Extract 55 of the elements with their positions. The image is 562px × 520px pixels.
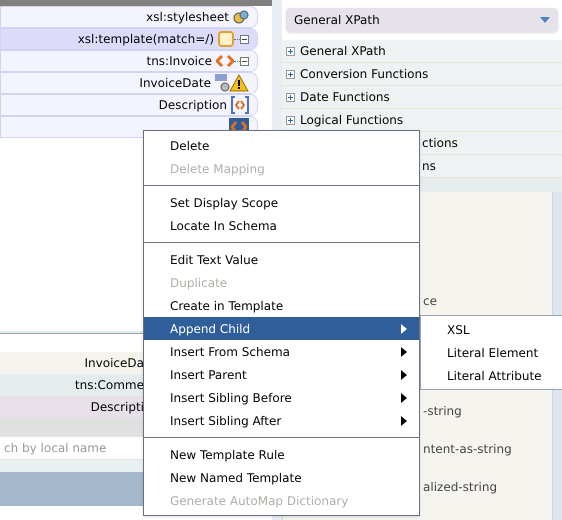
stylesheet-icon [233,9,249,25]
node-label: InvoiceDa [84,355,144,372]
node-label: xsl:stylesheet [146,9,229,26]
expand-icon [286,92,295,102]
function-group[interactable]: Logical Functions [282,109,562,132]
expand-icon [286,70,295,78]
menu-item[interactable]: Append Child [144,317,419,340]
menu-item[interactable]: Insert Sibling After [144,409,419,432]
menu-item[interactable]: Insert From Schema [144,340,419,363]
node-label: tns:Comme [74,377,144,394]
function-name[interactable]: alized-string [423,480,498,494]
submenu-arrow-icon [401,346,407,356]
menu-item[interactable]: Edit Text Value [144,248,419,271]
node-label: InvoiceDate [139,75,211,92]
element-icon [231,121,247,133]
function-name[interactable]: ce [423,294,437,308]
menu-item[interactable]: New Template Rule [144,443,419,466]
expand-icon [286,46,295,56]
menu-item[interactable]: Insert Parent [144,363,419,386]
menu-item[interactable]: Insert Sibling Before [144,386,419,409]
menu-item[interactable]: Create in Template [144,294,419,317]
mapped-element-icon [231,96,249,114]
tree-row[interactable]: xsl:template(match=/) [0,28,258,50]
node-label: Descripti [90,399,144,416]
warning-icon [215,74,249,92]
menu-item[interactable]: Literal Attribute [421,364,562,387]
collapse-icon[interactable] [240,56,249,66]
collapse-icon[interactable] [240,34,249,44]
template-icon [218,31,234,47]
function-group[interactable]: General XPath [282,40,562,63]
function-group[interactable]: Conversion Functions [282,63,562,86]
menu-item[interactable]: Literal Element [421,341,562,364]
node-label: tns:Invoice [146,53,212,70]
menu-item[interactable]: XSL [421,318,562,341]
expand-icon [286,116,295,124]
menu-item[interactable]: Locate In Schema [144,214,419,237]
submenu-arrow-icon [401,324,407,334]
tree-row[interactable]: tns:Invoice [0,50,258,72]
submenu-arrow-icon [401,416,407,426]
tree-row[interactable]: xsl:stylesheet [0,6,258,28]
dropdown-arrow-icon [540,17,550,23]
tree-row[interactable]: InvoiceDate [0,72,258,94]
search-field[interactable]: ch by local name [0,437,140,459]
node-label: Description [158,97,227,114]
node-label: xsl:template(match=/) [78,31,214,48]
category-dropdown[interactable]: General XPath [286,8,558,32]
menu-item[interactable]: New Named Template [144,466,419,489]
submenu-arrow-icon [401,392,407,402]
function-name[interactable]: ntent-as-string [423,442,512,456]
tree-row[interactable]: Description [0,94,258,116]
submenu-arrow-icon [401,370,407,380]
element-icon [216,55,234,67]
function-group[interactable]: Date Functions [282,86,562,109]
function-name[interactable]: -string [423,404,462,418]
menu-item[interactable]: Set Display Scope [144,191,419,214]
